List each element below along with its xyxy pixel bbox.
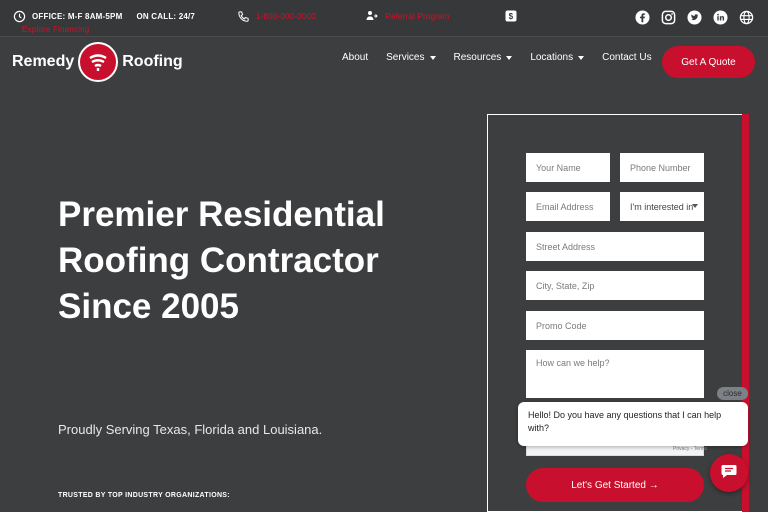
svg-text:$: $ — [509, 12, 514, 21]
nav-resources[interactable]: Resources — [454, 52, 513, 63]
people-icon — [365, 9, 379, 23]
twitter-icon[interactable] — [686, 9, 702, 25]
on-call-text: ON CALL: 24/7 — [136, 11, 196, 21]
chevron-down-icon — [692, 204, 698, 208]
brand-name-left: Remedy — [12, 53, 75, 70]
logo-mark-icon — [78, 42, 119, 82]
linkedin-icon[interactable] — [712, 9, 728, 25]
globe-icon[interactable] — [738, 9, 754, 25]
interest-select[interactable]: I'm interested in — [620, 192, 704, 221]
nav-about[interactable]: About — [342, 52, 368, 63]
nav-contact-label: Contact Us — [602, 52, 652, 63]
chevron-down-icon — [578, 55, 585, 60]
name-field[interactable]: Your Name — [526, 153, 610, 182]
trusted-heading: TRUSTED BY TOP INDUSTRY ORGANIZATIONS: — [58, 492, 230, 499]
financing-text[interactable]: Explore Financing — [22, 25, 89, 34]
brand-name-right: Roofing — [122, 53, 183, 70]
financing-link[interactable]: Explore Financing — [22, 25, 89, 34]
phone-link[interactable]: 1-800-000-0000 — [236, 9, 316, 23]
street-field[interactable]: Street Address — [526, 232, 704, 261]
phone-number[interactable]: 1-800-000-0000 — [256, 12, 316, 21]
chevron-down-icon — [429, 55, 436, 60]
chat-close-button[interactable]: close — [717, 387, 748, 400]
nav-services[interactable]: Services — [386, 52, 436, 63]
referral-link[interactable]: Referral Program — [365, 9, 450, 23]
brand-logo[interactable]: Remedy Roofing — [12, 42, 183, 82]
get-quote-button[interactable]: Get A Quote — [662, 46, 755, 78]
city-state-zip-field[interactable]: City, State, Zip — [526, 271, 704, 300]
hero-subtitle: Proudly Serving Texas, Florida and Louis… — [58, 422, 323, 437]
chat-icon — [720, 462, 738, 485]
chat-message[interactable]: Hello! Do you have any questions that I … — [518, 402, 748, 446]
nav-contact[interactable]: Contact Us — [602, 52, 651, 63]
main-nav: About Services Resources Locations Conta… — [342, 52, 652, 63]
chat-launcher-button[interactable] — [710, 454, 748, 492]
interest-select-value: I'm interested in — [630, 201, 694, 212]
financing-icon-link[interactable]: $ — [504, 9, 518, 23]
hero-title: Premier Residential Roofing Contractor S… — [58, 195, 385, 326]
phone-field[interactable]: Phone Number — [620, 153, 704, 182]
referral-text[interactable]: Referral Program — [385, 12, 450, 21]
instagram-icon[interactable] — [660, 9, 676, 25]
chevron-down-icon — [506, 55, 513, 60]
nav-services-label: Services — [386, 52, 425, 63]
dollar-icon: $ — [504, 9, 518, 23]
message-textarea[interactable]: How can we help? — [526, 350, 704, 398]
nav-locations-label: Locations — [530, 52, 574, 63]
office-hours-text: OFFICE: M-F 8AM-5PM — [32, 11, 123, 21]
nav-about-label: About — [342, 52, 369, 63]
nav-resources-label: Resources — [453, 52, 502, 63]
lets-get-started-button[interactable]: Let's Get Started → — [526, 468, 704, 502]
social-links — [634, 9, 754, 25]
phone-icon — [236, 9, 250, 23]
privacy-terms[interactable]: Privacy - Terms — [673, 446, 707, 452]
nav-locations[interactable]: Locations — [530, 52, 585, 63]
facebook-icon[interactable] — [634, 9, 650, 25]
clock-icon — [12, 9, 26, 23]
email-field[interactable]: Email Address — [526, 192, 610, 221]
office-hours: OFFICE: M-F 8AM-5PM ON CALL: 24/7 — [12, 9, 195, 23]
promo-code-field[interactable]: Promo Code — [526, 311, 704, 340]
top-bar: OFFICE: M-F 8AM-5PM ON CALL: 24/7 1-800-… — [0, 0, 768, 37]
